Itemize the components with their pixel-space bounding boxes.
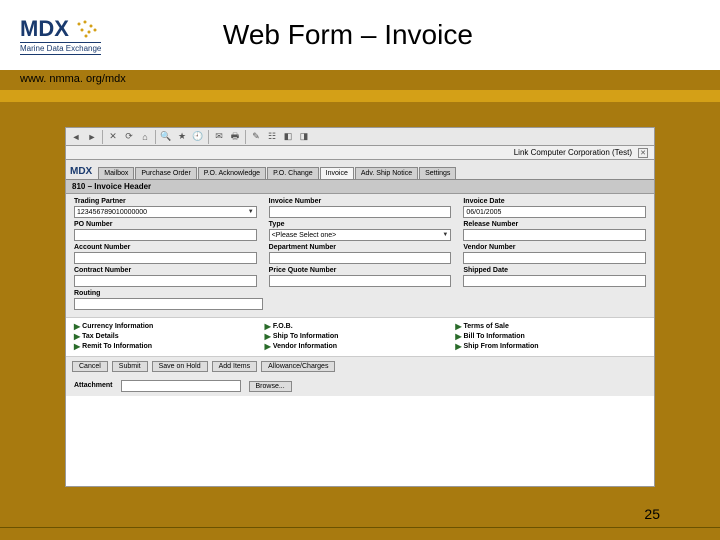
invoice-date-input[interactable]	[463, 206, 646, 218]
history-icon[interactable]: 🕘	[192, 131, 204, 143]
save-on-hold-button[interactable]: Save on Hold	[152, 361, 208, 372]
shipped-date-input[interactable]	[463, 275, 646, 287]
account-number-input[interactable]	[74, 252, 257, 264]
trading-partner-label: Trading Partner	[74, 198, 257, 205]
attachment-input[interactable]	[121, 380, 241, 392]
discuss-icon[interactable]: ☷	[266, 131, 278, 143]
link-ship-from-information[interactable]: ▶Ship From Information	[455, 342, 646, 351]
browser-toolbar: ◄ ► ✕ ⟳ ⌂ 🔍 ★ 🕘 ✉ 🖶 ✎ ☷ ◧ ◨	[66, 128, 654, 146]
contract-number-input[interactable]	[74, 275, 257, 287]
chevron-down-icon: ▼	[442, 232, 448, 238]
tab-settings[interactable]: Settings	[419, 167, 456, 179]
link-bill-to-information[interactable]: ▶Bill To Information	[455, 332, 646, 341]
stop-icon[interactable]: ✕	[107, 131, 119, 143]
app-window: ◄ ► ✕ ⟳ ⌂ 🔍 ★ 🕘 ✉ 🖶 ✎ ☷ ◧ ◨ Link Compute…	[65, 127, 655, 487]
mail-icon[interactable]: ✉	[213, 131, 225, 143]
invoice-date-label: Invoice Date	[463, 198, 646, 205]
link-remit-to-information[interactable]: ▶Remit To Information	[74, 342, 265, 351]
home-icon[interactable]: ⌂	[139, 131, 151, 143]
mdx-logo: MDX Marine Data Exchange	[20, 16, 103, 55]
tab-purchase-order[interactable]: Purchase Order	[135, 167, 196, 179]
close-icon[interactable]: ✕	[638, 148, 648, 158]
refresh-icon[interactable]: ⟳	[123, 131, 135, 143]
type-label: Type	[269, 221, 452, 228]
trading-partner-select[interactable]: 123456789010000000▼	[74, 206, 257, 218]
add-items-button[interactable]: Add Items	[212, 361, 258, 372]
cancel-button[interactable]: Cancel	[72, 361, 108, 372]
slide-title: Web Form – Invoice	[223, 19, 473, 51]
allowance-charges-button[interactable]: Allowance/Charges	[261, 361, 335, 372]
company-label: Link Computer Corporation (Test)	[514, 148, 632, 157]
tab-adv-ship-notice[interactable]: Adv. Ship Notice	[355, 167, 418, 179]
price-quote-number-input[interactable]	[269, 275, 452, 287]
price-quote-number-label: Price Quote Number	[269, 267, 452, 274]
vendor-number-label: Vendor Number	[463, 244, 646, 251]
link-ship-to-information[interactable]: ▶Ship To Information	[265, 332, 456, 341]
account-number-label: Account Number	[74, 244, 257, 251]
footer-line	[0, 527, 720, 528]
tab-po-acknowledge[interactable]: P.O. Acknowledge	[198, 167, 266, 179]
routing-label: Routing	[74, 290, 263, 297]
department-number-label: Department Number	[269, 244, 452, 251]
chevron-down-icon: ▼	[248, 209, 254, 215]
tab-po-change[interactable]: P.O. Change	[267, 167, 319, 179]
release-number-input[interactable]	[463, 229, 646, 241]
logo-subtitle: Marine Data Exchange	[20, 42, 101, 55]
arrow-icon: ▶	[265, 342, 271, 351]
tab-mailbox[interactable]: Mailbox	[98, 167, 134, 179]
accent-bar	[0, 90, 720, 102]
vendor-number-input[interactable]	[463, 252, 646, 264]
arrow-icon: ▶	[265, 332, 271, 341]
arrow-icon: ▶	[74, 332, 80, 341]
arrow-icon: ▶	[455, 322, 461, 331]
print-icon[interactable]: 🖶	[229, 131, 241, 143]
page-number: 25	[644, 506, 660, 522]
url-text: www. nmma. org/mdx	[0, 70, 720, 88]
type-select[interactable]: <Please Select one>▼	[269, 229, 452, 241]
attachment-label: Attachment	[74, 382, 113, 389]
link-vendor-information[interactable]: ▶Vendor Information	[265, 342, 456, 351]
release-number-label: Release Number	[463, 221, 646, 228]
shipped-date-label: Shipped Date	[463, 267, 646, 274]
link-fob[interactable]: ▶F.O.B.	[265, 322, 456, 331]
tab-invoice[interactable]: Invoice	[320, 167, 354, 179]
link-tax-details[interactable]: ▶Tax Details	[74, 332, 265, 341]
link-terms-of-sale[interactable]: ▶Terms of Sale	[455, 322, 646, 331]
arrow-icon: ▶	[455, 342, 461, 351]
routing-input[interactable]	[74, 298, 263, 310]
tool2-icon[interactable]: ◨	[298, 131, 310, 143]
invoice-number-input[interactable]	[269, 206, 452, 218]
browse-button[interactable]: Browse...	[249, 381, 292, 392]
submit-button[interactable]: Submit	[112, 361, 148, 372]
arrow-icon: ▶	[455, 332, 461, 341]
back-icon[interactable]: ◄	[70, 131, 82, 143]
department-number-input[interactable]	[269, 252, 452, 264]
edit-icon[interactable]: ✎	[250, 131, 262, 143]
arrow-icon: ▶	[74, 322, 80, 331]
po-number-input[interactable]	[74, 229, 257, 241]
section-header: 810 – Invoice Header	[66, 180, 654, 194]
favorites-icon[interactable]: ★	[176, 131, 188, 143]
po-number-label: PO Number	[74, 221, 257, 228]
arrow-icon: ▶	[265, 322, 271, 331]
logo-text: MDX	[20, 16, 69, 42]
tool1-icon[interactable]: ◧	[282, 131, 294, 143]
invoice-number-label: Invoice Number	[269, 198, 452, 205]
forward-icon[interactable]: ►	[86, 131, 98, 143]
link-currency-information[interactable]: ▶Currency Information	[74, 322, 265, 331]
contract-number-label: Contract Number	[74, 267, 257, 274]
search-icon[interactable]: 🔍	[160, 131, 172, 143]
app-logo: MDX	[70, 166, 92, 179]
arrow-icon: ▶	[74, 342, 80, 351]
logo-dots-icon	[73, 18, 103, 40]
